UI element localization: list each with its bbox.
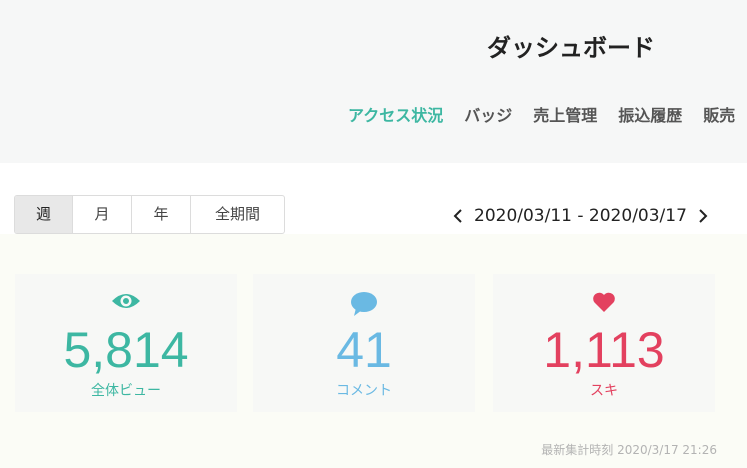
tab-month[interactable]: 月 [73, 196, 132, 233]
stat-card-comments: 41 コメント [253, 274, 475, 412]
tab-all-time[interactable]: 全期間 [191, 196, 284, 233]
views-value: 5,814 [63, 322, 189, 378]
comments-label: コメント [336, 383, 392, 399]
chevron-left-icon[interactable] [448, 204, 468, 228]
likes-value: 1,113 [543, 322, 665, 378]
speech-bubble-icon [253, 291, 475, 317]
tab-week[interactable]: 週 [15, 196, 73, 233]
chevron-right-icon[interactable] [693, 204, 713, 228]
comments-value: 41 [336, 322, 392, 378]
views-label: 全体ビュー [91, 383, 161, 399]
nav-item-badges[interactable]: バッジ [464, 102, 512, 126]
date-range: 2020/03/11 - 2020/03/17 [448, 203, 713, 229]
heart-icon [493, 291, 715, 317]
dashboard-header: ダッシュボード アクセス状況 バッジ 売上管理 振込履歴 販売 [0, 0, 747, 163]
period-tabs: 週 月 年 全期間 [14, 195, 285, 234]
nav-item-sell[interactable]: 販売 [703, 102, 735, 126]
last-updated-time: 2020/3/17 21:26 [617, 443, 717, 457]
last-updated-label: 最新集計時刻 [541, 443, 614, 457]
page-title: ダッシュボード [487, 34, 655, 62]
dashboard-nav: アクセス状況 バッジ 売上管理 振込履歴 販売 [348, 102, 747, 126]
tab-year[interactable]: 年 [132, 196, 191, 233]
nav-item-access[interactable]: アクセス状況 [348, 102, 443, 126]
last-updated: 最新集計時刻 2020/3/17 21:26 [541, 441, 717, 458]
nav-item-transfers[interactable]: 振込履歴 [618, 102, 682, 126]
stat-card-likes: 1,113 スキ [493, 274, 715, 412]
likes-label: スキ [590, 383, 618, 399]
nav-item-sales[interactable]: 売上管理 [533, 102, 597, 126]
eye-icon [15, 291, 237, 317]
stat-card-views: 5,814 全体ビュー [15, 274, 237, 412]
date-range-text: 2020/03/11 - 2020/03/17 [474, 206, 687, 226]
